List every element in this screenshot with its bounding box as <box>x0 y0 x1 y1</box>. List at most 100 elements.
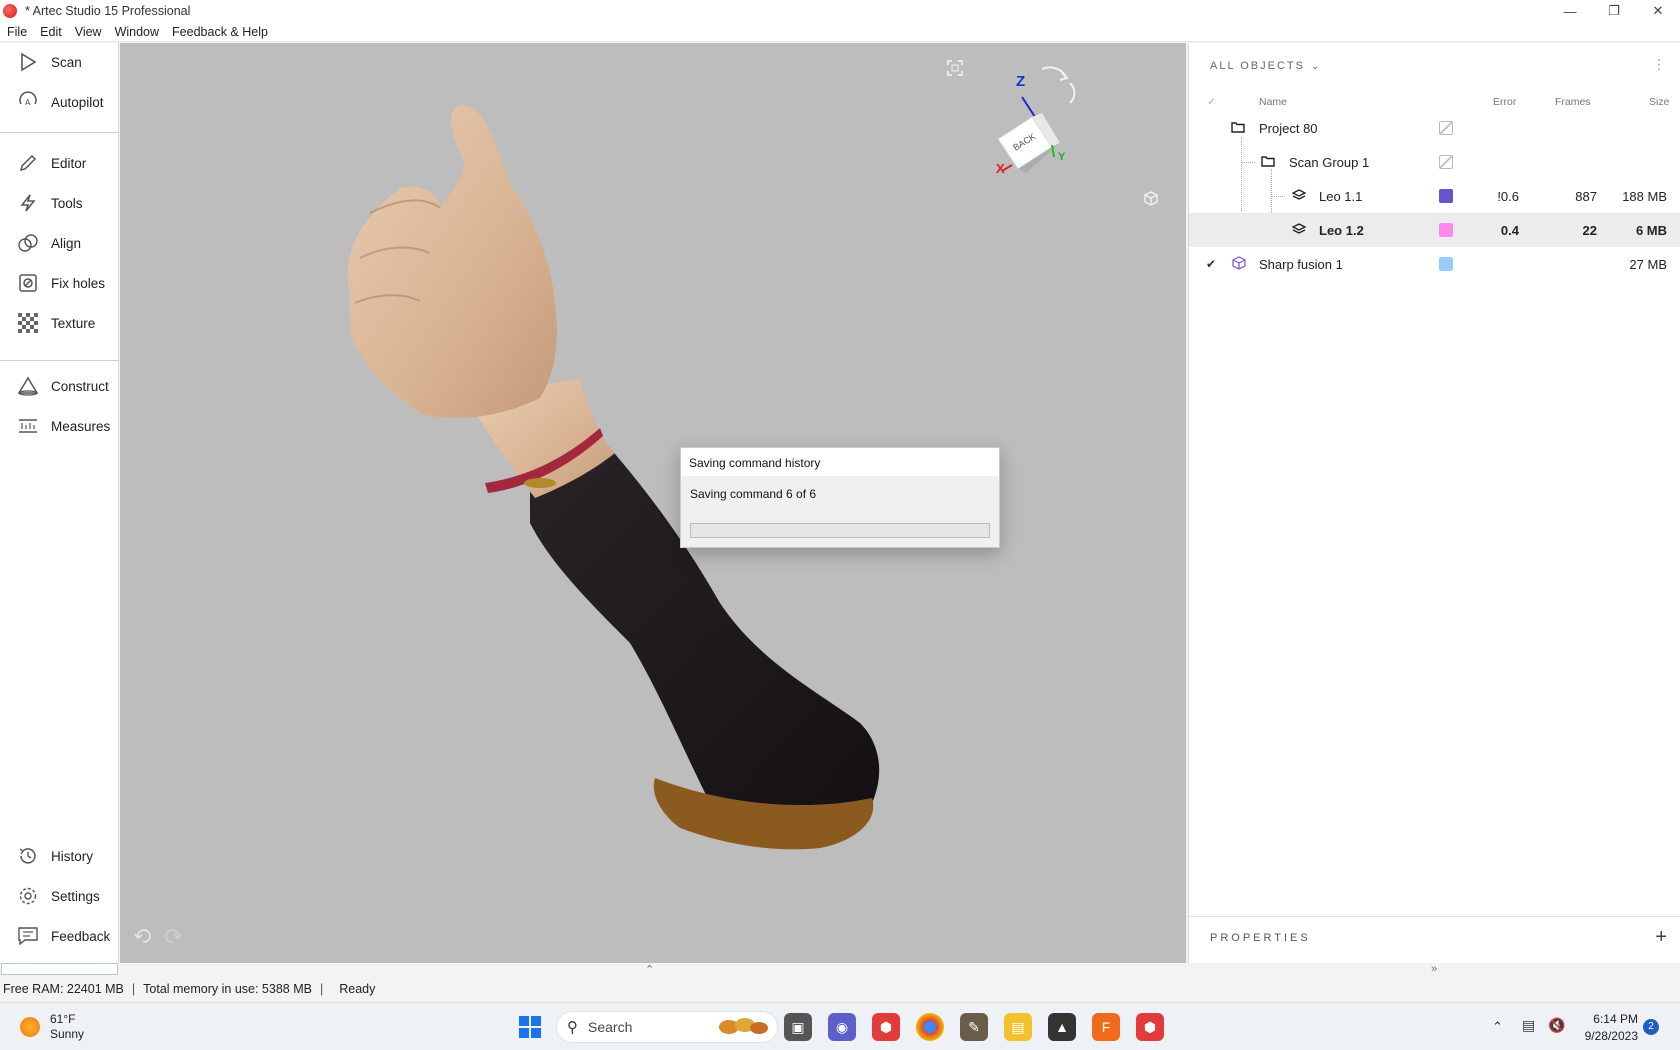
error-value: 0.4 <box>1500 222 1519 238</box>
sidebar-scrollbar[interactable] <box>1 963 118 975</box>
sidebar-item-settings[interactable]: Settings <box>0 877 119 915</box>
minimize-button[interactable]: — <box>1548 0 1592 22</box>
chrome-icon[interactable] <box>916 1013 944 1041</box>
sidebar-item-measures[interactable]: Measures <box>0 407 119 445</box>
more-options-icon[interactable]: ⋮ <box>1652 56 1666 73</box>
fit-view-icon[interactable] <box>947 60 963 79</box>
sidebar-item-fix-holes[interactable]: Fix holes <box>0 264 119 302</box>
autopilot-icon: A <box>17 91 39 113</box>
notification-badge[interactable]: 2 <box>1643 1019 1659 1035</box>
folder-icon <box>1261 155 1275 170</box>
network-icon[interactable]: ▤ <box>1522 1017 1535 1034</box>
title-bar: * Artec Studio 15 Professional — ❐ ✕ <box>0 0 1680 22</box>
file-explorer-icon[interactable]: ▤ <box>1004 1013 1032 1041</box>
layers-icon <box>1291 222 1307 238</box>
gimp-icon[interactable]: ✎ <box>960 1013 988 1041</box>
system-clock[interactable]: 6:14 PM 9/28/2023 <box>1578 1011 1638 1045</box>
volume-muted-icon[interactable]: 🔇 <box>1548 1017 1565 1034</box>
navigation-cube[interactable]: Z X Y BACK <box>990 61 1100 191</box>
sidebar-item-align[interactable]: Align <box>0 224 119 262</box>
sidebar-item-autopilot[interactable]: A Autopilot <box>0 83 119 121</box>
sidebar-item-feedback[interactable]: Feedback <box>0 917 119 955</box>
task-view-icon[interactable]: ▣ <box>784 1013 812 1041</box>
sidebar-item-texture[interactable]: Texture <box>0 304 119 342</box>
menu-feedback-help[interactable]: Feedback & Help <box>172 25 268 39</box>
fusion-360-icon[interactable]: F <box>1092 1013 1120 1041</box>
tree-row-scan-group[interactable]: Scan Group 1 <box>1189 145 1680 179</box>
svg-text:A: A <box>25 98 31 107</box>
color-swatch[interactable] <box>1439 155 1453 169</box>
search-placeholder: Search <box>588 1019 633 1035</box>
object-name: Sharp fusion 1 <box>1259 256 1343 272</box>
size-value: 6 MB <box>1635 222 1667 238</box>
left-sidebar: Scan A Autopilot Editor Tools Align Fix … <box>0 43 119 963</box>
visibility-check-icon[interactable]: ✔ <box>1206 257 1216 271</box>
object-name: Leo 1.2 <box>1319 222 1364 238</box>
sidebar-item-label: Fix holes <box>51 275 106 291</box>
weather-description: Sunny <box>50 1027 85 1041</box>
tree-row-scan[interactable]: Leo 1.1 !0.6 887 188 MB <box>1189 179 1680 213</box>
menu-window[interactable]: Window <box>115 25 159 39</box>
sidebar-item-label: Feedback <box>51 928 111 944</box>
check-column-icon: ✓ <box>1207 96 1216 108</box>
sidebar-item-tools[interactable]: Tools <box>0 184 119 222</box>
object-name: Project 80 <box>1259 120 1318 136</box>
teams-chat-icon[interactable]: ◉ <box>828 1013 856 1041</box>
tree-row-model[interactable]: ✔ Sharp fusion 1 27 MB <box>1189 247 1680 281</box>
search-icon: ⚲ <box>567 1019 578 1036</box>
undo-icon[interactable] <box>134 928 152 947</box>
ruler-icon <box>17 415 39 437</box>
menu-bar: File Edit View Window Feedback & Help <box>0 22 1680 42</box>
sidebar-item-label: History <box>51 848 94 864</box>
taskbar-search-box[interactable]: ⚲ Search <box>556 1011 778 1043</box>
chat-icon <box>17 925 39 947</box>
layers-icon <box>1291 188 1307 204</box>
windows-start-icon[interactable] <box>516 1013 544 1041</box>
sidebar-item-history[interactable]: History <box>0 837 119 875</box>
tree-row-scan[interactable]: Leo 1.2 0.4 22 6 MB <box>1189 213 1680 247</box>
tree-row-project[interactable]: Project 80 <box>1189 111 1680 145</box>
color-swatch[interactable] <box>1439 121 1453 135</box>
dialog-title: Saving command history <box>681 448 999 476</box>
sidebar-item-label: Texture <box>51 315 96 331</box>
3d-viewport[interactable]: Z X Y BACK <box>120 43 1186 963</box>
expand-panel-icon[interactable]: » <box>1431 963 1437 975</box>
status-separator: | <box>319 982 324 996</box>
x-axis-label: X <box>996 161 1005 176</box>
sidebar-item-label: Scan <box>51 54 82 70</box>
color-swatch[interactable] <box>1439 189 1453 203</box>
panel-header-label: ALL OBJECTS <box>1210 60 1305 72</box>
weather-widget[interactable]: 61°F Sunny <box>20 1012 84 1042</box>
all-objects-dropdown[interactable]: ALL OBJECTS ⌄ <box>1210 60 1319 72</box>
view-mode-cube-icon[interactable] <box>1143 191 1159 210</box>
artec-app-icon[interactable]: ⬢ <box>872 1013 900 1041</box>
sidebar-item-editor[interactable]: Editor <box>0 144 119 182</box>
column-name[interactable]: Name <box>1259 96 1287 108</box>
column-error[interactable]: Error <box>1493 96 1516 108</box>
column-size[interactable]: Size <box>1649 96 1669 108</box>
add-property-button[interactable]: + <box>1655 926 1667 949</box>
redo-icon[interactable] <box>164 928 182 947</box>
menu-edit[interactable]: Edit <box>40 25 62 39</box>
column-frames[interactable]: Frames <box>1555 96 1591 108</box>
show-hidden-icons-icon[interactable]: ⌃ <box>1492 1019 1503 1035</box>
sidebar-item-label: Construct <box>51 378 109 394</box>
collapse-up-icon[interactable]: ⌃ <box>645 963 654 976</box>
color-swatch[interactable] <box>1439 223 1453 237</box>
cube-icon <box>1232 255 1246 273</box>
artec-studio-active-icon[interactable]: ⬢ <box>1136 1013 1164 1041</box>
sidebar-item-construct[interactable]: Construct <box>0 367 119 405</box>
status-separator: | <box>131 982 136 996</box>
sun-icon <box>20 1017 40 1037</box>
menu-view[interactable]: View <box>75 25 102 39</box>
menu-file[interactable]: File <box>7 25 27 39</box>
progress-bar <box>690 523 990 538</box>
color-swatch[interactable] <box>1439 257 1453 271</box>
inkscape-icon[interactable]: ▲ <box>1048 1013 1076 1041</box>
weather-temperature: 61°F <box>50 1012 76 1026</box>
restore-button[interactable]: ❐ <box>1592 0 1636 22</box>
chevron-down-icon: ⌄ <box>1310 60 1320 72</box>
sidebar-item-scan[interactable]: Scan <box>0 43 119 81</box>
sidebar-item-label: Align <box>51 235 82 251</box>
close-button[interactable]: ✕ <box>1636 0 1680 22</box>
